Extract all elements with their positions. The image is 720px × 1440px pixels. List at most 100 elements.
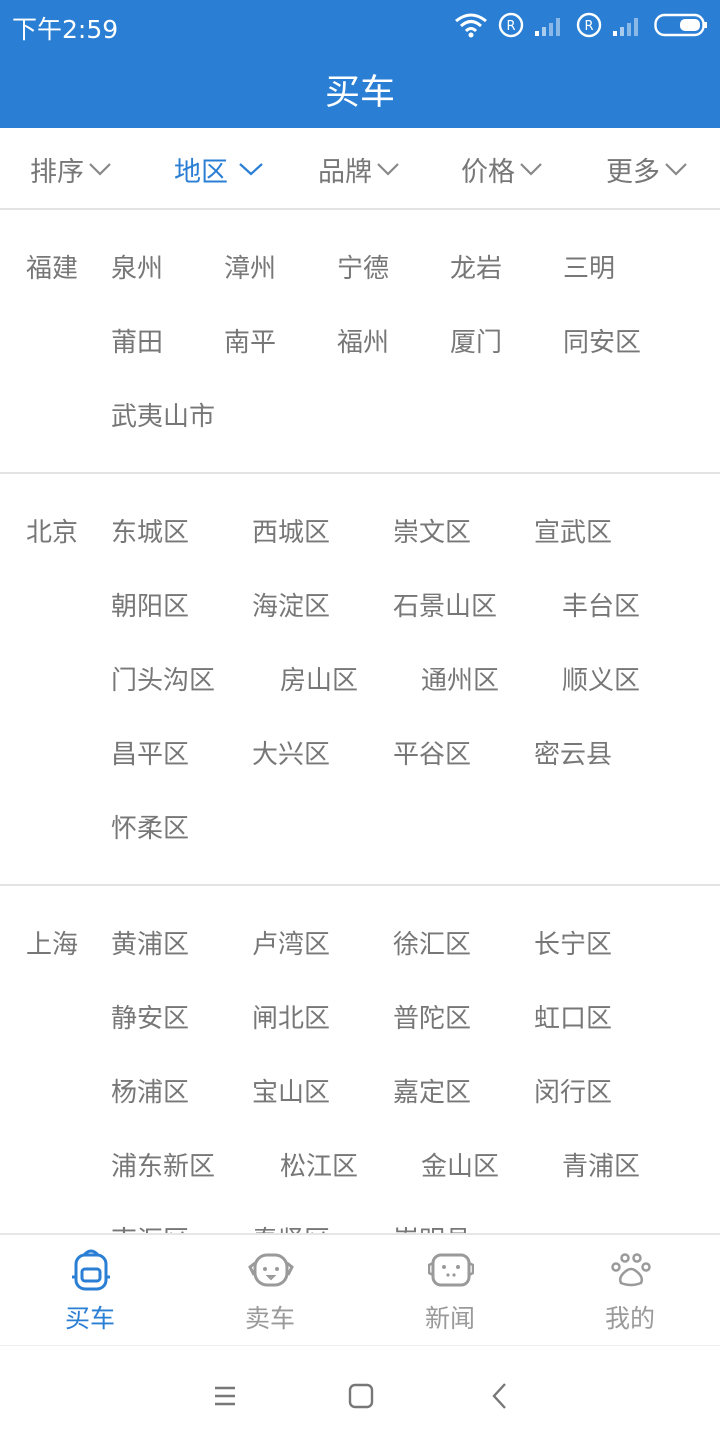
filter-bar: 排序 地区 品牌 价格 更多 bbox=[0, 128, 720, 210]
city-item[interactable]: 杨浦区 bbox=[111, 1072, 189, 1109]
city-item[interactable]: 门头沟区 bbox=[111, 660, 215, 697]
city-item[interactable]: 大兴区 bbox=[252, 734, 330, 771]
status-bar: 下午2:59 R R bbox=[0, 0, 720, 50]
city-item[interactable]: 松江区 bbox=[280, 1146, 358, 1183]
filter-label: 价格 bbox=[461, 156, 515, 188]
city-item[interactable]: 宣武区 bbox=[534, 512, 612, 549]
paw-icon bbox=[611, 1253, 651, 1287]
filter-price[interactable]: 价格 bbox=[461, 128, 543, 210]
filter-label: 品牌 bbox=[318, 156, 372, 188]
city-item[interactable]: 通州区 bbox=[421, 660, 499, 697]
signal-icon bbox=[613, 18, 638, 36]
filter-sort[interactable]: 排序 bbox=[30, 128, 112, 210]
city-item[interactable]: 房山区 bbox=[280, 660, 358, 697]
city-item[interactable]: 静安区 bbox=[111, 998, 189, 1035]
filter-more[interactable]: 更多 bbox=[606, 128, 688, 210]
status-time: 下午2:59 bbox=[12, 15, 119, 44]
roaming-icon: R bbox=[498, 12, 524, 38]
city-item[interactable]: 长宁区 bbox=[534, 924, 612, 961]
bottom-nav: 买车 卖车 新闻 我的 bbox=[0, 1233, 720, 1345]
city-item[interactable]: 三明 bbox=[563, 248, 615, 285]
signal-icon bbox=[535, 18, 560, 36]
nav-buy-car[interactable]: 买车 bbox=[0, 1235, 180, 1345]
backpack-icon bbox=[72, 1249, 110, 1291]
back-icon[interactable] bbox=[480, 1376, 520, 1416]
city-item[interactable]: 南汇区 bbox=[111, 1220, 189, 1233]
chevron-down-icon bbox=[89, 163, 111, 176]
page-title: 买车 bbox=[324, 73, 395, 113]
city-item[interactable]: 龙岩 bbox=[450, 248, 502, 285]
nav-sell-car[interactable]: 卖车 bbox=[180, 1235, 360, 1345]
city-item[interactable]: 顺义区 bbox=[562, 660, 640, 697]
city-item[interactable]: 崇明县 bbox=[393, 1220, 471, 1233]
system-nav-bar bbox=[0, 1345, 720, 1440]
filter-label: 排序 bbox=[30, 156, 84, 188]
wifi-icon bbox=[455, 13, 487, 38]
svg-text:R: R bbox=[506, 19, 515, 34]
battery-icon bbox=[654, 13, 707, 37]
city-item[interactable]: 厦门 bbox=[450, 322, 502, 359]
city-item[interactable]: 宁德 bbox=[337, 248, 389, 285]
nav-label: 卖车 bbox=[244, 1304, 295, 1333]
city-item[interactable]: 西城区 bbox=[252, 512, 330, 549]
nav-news[interactable]: 新闻 bbox=[360, 1235, 540, 1345]
region-section-shanghai: 上海 黄浦区 卢湾区 徐汇区 长宁区 静安区 闸北区 普陀区 虹口区 杨浦区 宝… bbox=[0, 886, 720, 1233]
city-item[interactable]: 金山区 bbox=[421, 1146, 499, 1183]
chevron-down-icon bbox=[377, 163, 399, 176]
city-item[interactable]: 普陀区 bbox=[393, 998, 471, 1035]
city-item[interactable]: 崇文区 bbox=[393, 512, 471, 549]
chevron-down-icon bbox=[665, 163, 687, 176]
city-item[interactable]: 丰台区 bbox=[562, 586, 640, 623]
city-item[interactable]: 怀柔区 bbox=[111, 808, 189, 845]
nav-label: 我的 bbox=[604, 1304, 655, 1333]
home-icon[interactable] bbox=[341, 1376, 381, 1416]
city-item[interactable]: 昌平区 bbox=[111, 734, 189, 771]
city-item[interactable]: 同安区 bbox=[563, 322, 641, 359]
nav-mine[interactable]: 我的 bbox=[540, 1235, 720, 1345]
city-item[interactable]: 虹口区 bbox=[534, 998, 612, 1035]
dog-face-icon bbox=[248, 1253, 294, 1287]
chevron-down-icon bbox=[239, 163, 263, 176]
roaming-icon: R bbox=[576, 12, 602, 38]
menu-icon[interactable] bbox=[205, 1376, 245, 1416]
filter-label: 更多 bbox=[606, 156, 660, 188]
city-item[interactable]: 海淀区 bbox=[252, 586, 330, 623]
region-section-beijing: 北京 东城区 西城区 崇文区 宣武区 朝阳区 海淀区 石景山区 丰台区 门头沟区… bbox=[0, 474, 720, 886]
city-item[interactable]: 武夷山市 bbox=[111, 396, 215, 433]
city-item[interactable]: 嘉定区 bbox=[393, 1072, 471, 1109]
top-app-bar: 下午2:59 R R 买车 bbox=[0, 0, 720, 128]
region-section-fujian: 福建 泉州 漳州 宁德 龙岩 三明 莆田 南平 福州 厦门 同安区 武夷山市 bbox=[0, 210, 720, 474]
city-item[interactable]: 福州 bbox=[337, 322, 389, 359]
region-list[interactable]: 福建 泉州 漳州 宁德 龙岩 三明 莆田 南平 福州 厦门 同安区 武夷山市 北… bbox=[0, 210, 720, 1233]
city-item[interactable]: 浦东新区 bbox=[111, 1146, 215, 1183]
city-item[interactable]: 黄浦区 bbox=[111, 924, 189, 961]
nav-label: 新闻 bbox=[424, 1304, 475, 1333]
city-item[interactable]: 南平 bbox=[224, 322, 276, 359]
province-label: 上海 bbox=[26, 930, 79, 960]
svg-text:R: R bbox=[584, 19, 593, 34]
city-item[interactable]: 平谷区 bbox=[393, 734, 471, 771]
city-item[interactable]: 泉州 bbox=[111, 248, 163, 285]
city-item[interactable]: 宝山区 bbox=[252, 1072, 330, 1109]
city-item[interactable]: 密云县 bbox=[534, 734, 612, 771]
city-item[interactable]: 闸北区 bbox=[252, 998, 330, 1035]
city-item[interactable]: 莆田 bbox=[111, 322, 163, 359]
filter-brand[interactable]: 品牌 bbox=[318, 128, 400, 210]
city-item[interactable]: 青浦区 bbox=[562, 1146, 640, 1183]
face-box-icon bbox=[428, 1253, 474, 1287]
province-label: 北京 bbox=[26, 518, 79, 548]
province-label: 福建 bbox=[26, 254, 79, 284]
city-item[interactable]: 朝阳区 bbox=[111, 586, 189, 623]
chevron-down-icon bbox=[520, 163, 542, 176]
filter-label: 地区 bbox=[174, 156, 228, 188]
city-item[interactable]: 东城区 bbox=[111, 512, 189, 549]
filter-region[interactable]: 地区 bbox=[174, 128, 266, 210]
city-item[interactable]: 奉贤区 bbox=[252, 1220, 330, 1233]
city-item[interactable]: 漳州 bbox=[224, 248, 276, 285]
nav-label: 买车 bbox=[64, 1304, 115, 1333]
city-item[interactable]: 徐汇区 bbox=[393, 924, 471, 961]
city-item[interactable]: 卢湾区 bbox=[252, 924, 330, 961]
city-item[interactable]: 闵行区 bbox=[534, 1072, 612, 1109]
status-icons: R R bbox=[454, 10, 708, 40]
city-item[interactable]: 石景山区 bbox=[393, 586, 497, 623]
